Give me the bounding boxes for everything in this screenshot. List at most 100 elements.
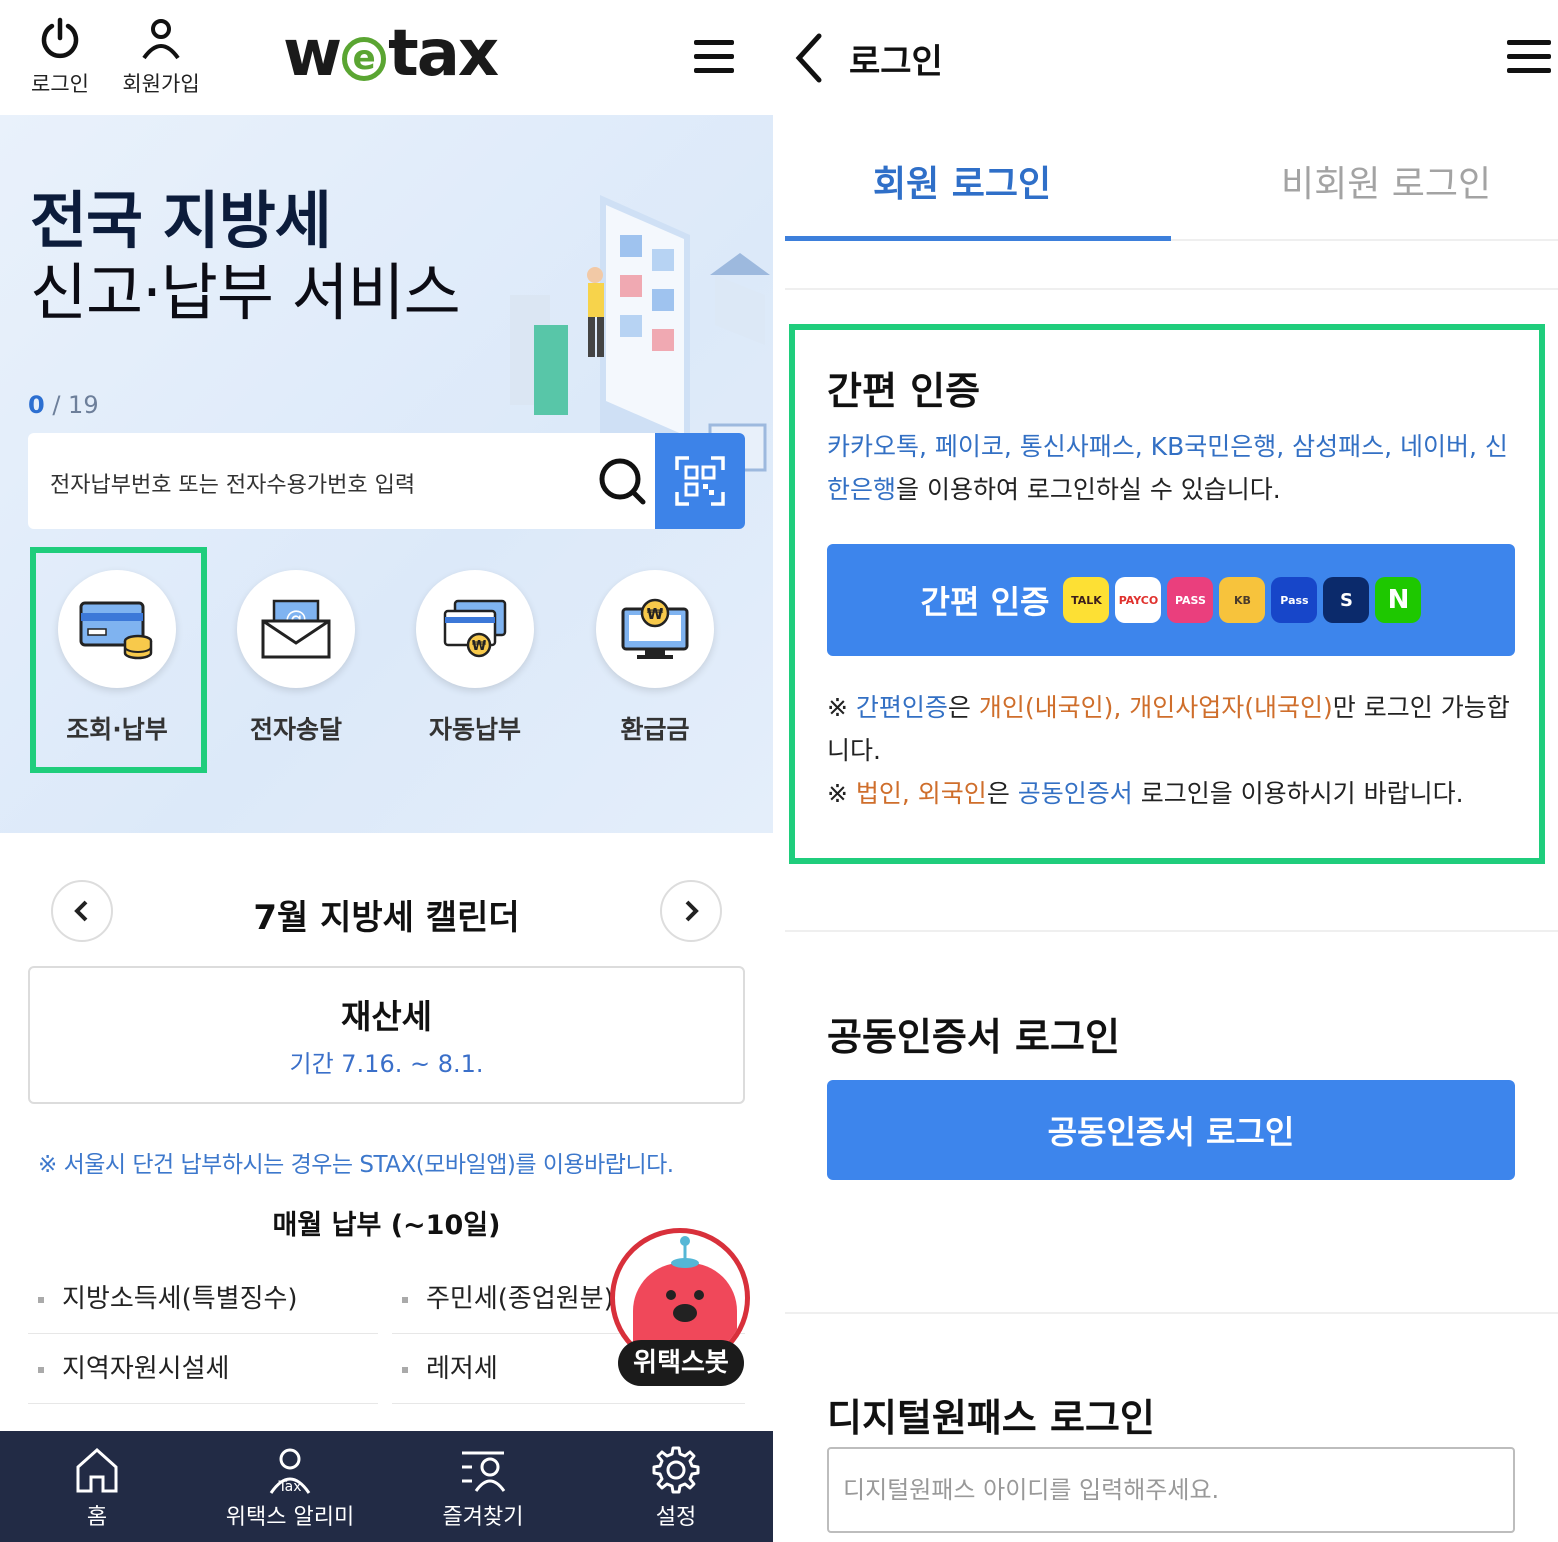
note-1: ※ 간편인증은 개인(내국인), 개인사업자(내국인)만 로그인 가능합니다. [827,686,1527,772]
logo-part-w: w [283,17,342,91]
highlight-box-inquiry [30,547,207,773]
refund-monitor-icon: ₩ [621,598,689,659]
quick-icon-circle: ₩ [416,570,534,688]
search-input[interactable]: 전자납부번호 또는 전자수용가번호 입력 [50,467,415,499]
payment-number-search[interactable]: 전자납부번호 또는 전자수용가번호 입력 [28,433,745,529]
auto-payment-icon: ₩ [443,599,507,658]
wetax-home-screen: 로그인 회원가입 wetax 전국 지방세 신고·납부 서비스 0 / 19 [0,0,773,1542]
description-suffix: 을 이용하여 로그인하실 수 있습니다. [896,475,1281,504]
hero-title-line1: 전국 지방세 [30,184,332,257]
home-icon [76,1447,118,1493]
tab-active-indicator [785,236,1171,241]
quick-label: 환급금 [620,715,690,744]
tax-schedule-card[interactable]: 재산세 기간 7.16. ~ 8.1. [28,966,745,1104]
login-label: 로그인 [31,72,89,96]
chevron-right-icon [685,900,699,922]
chatbot-label: 위택스봇 [618,1340,744,1386]
svg-text:₩: ₩ [647,605,664,623]
nav-label: 위택스 알리미 [225,1505,355,1530]
tax-period: 기간 7.16. ~ 8.1. [289,1050,484,1078]
note-mark: ※ [827,779,856,808]
nav-home[interactable]: 홈 [17,1445,177,1531]
quick-refund[interactable]: ₩ 환급금 [575,570,735,746]
simple-auth-title: 간편 인증 [827,369,981,413]
cert-login-button[interactable]: 공동인증서 로그인 [827,1080,1515,1180]
monthly-tax-item[interactable]: 지역자원시설세 [28,1334,378,1404]
nav-label: 즐겨찾기 [442,1505,524,1530]
tax-name: 재산세 [340,997,433,1036]
email-envelope-icon: @ [261,599,331,659]
simple-auth-description: 카카오톡, 페이코, 통신사패스, KB국민은행, 삼성패스, 네이버, 신한은… [827,425,1527,511]
menu-icon[interactable] [694,40,734,74]
search-icon[interactable] [596,455,648,507]
hero-title-line2: 신고·납부 서비스 [30,256,461,329]
svg-text:₩: ₩ [472,639,487,654]
section-divider [785,1312,1558,1314]
quick-electronic-delivery[interactable]: @ 전자송달 [216,570,376,746]
naver-icon: N [1375,577,1422,623]
section-divider [785,288,1558,290]
counter-total: / 19 [44,391,99,419]
note-target: 개인(내국인), 개인사업자(내국인) [978,693,1333,722]
simple-auth-button-label: 간편 인증 [920,583,1050,621]
nav-settings[interactable]: 설정 [596,1445,756,1531]
note-mark: ※ [827,693,856,722]
banner-counter: 0 / 19 [28,391,99,419]
bottom-navigation: 홈 Tax 위택스 알리미 즐겨찾기 설정 [0,1431,773,1542]
kakaotalk-icon: TALK [1063,577,1110,623]
favorites-icon [462,1451,506,1492]
tab-guest-login[interactable]: 비회원 로그인 [1281,155,1491,207]
qr-scan-button[interactable] [655,433,745,529]
monthly-tax-item[interactable]: 지방소득세(특별징수) [28,1264,378,1334]
note-text: 은 [947,693,979,722]
signup-button[interactable]: 회원가입 [116,16,206,98]
back-arrow-icon[interactable] [791,32,827,84]
wetax-logo[interactable]: w e tax [283,22,499,86]
seoul-notice: ※ 서울시 단건 납부하시는 경우는 STAX(모바일앱)를 이용바랍니다. [38,1152,674,1178]
menu-icon[interactable] [1507,40,1551,74]
svg-text:Tax: Tax [277,1479,301,1495]
gear-icon [652,1446,700,1494]
digital-onepass-title: 디지털원패스 로그인 [827,1396,1155,1440]
quick-label: 전자송달 [249,715,342,744]
note-target: 법인, 외국인 [855,779,987,808]
quick-label: 자동납부 [428,715,521,744]
wetax-chatbot-button[interactable]: 위택스봇 [610,1228,750,1388]
quick-icon-circle: ₩ [596,570,714,688]
login-button[interactable]: 로그인 [28,16,92,98]
tab-member-login[interactable]: 회원 로그인 [873,155,1051,207]
counter-current: 0 [28,391,45,419]
quick-icon-circle: @ [237,570,355,688]
note-term: 공동인증서 [1017,779,1133,808]
tab-divider [1171,239,1558,241]
simple-auth-notes: ※ 간편인증은 개인(내국인), 개인사업자(내국인)만 로그인 가능합니다. … [827,686,1527,815]
user-icon [142,19,180,60]
nav-label: 홈 [86,1505,108,1530]
tax-alarm-icon: Tax [269,1448,311,1495]
shinhan-bank-icon: S [1323,577,1370,623]
calendar-next-button[interactable] [660,880,722,942]
kb-bank-icon: KB [1219,577,1266,623]
nav-tax-alarm[interactable]: Tax 위택스 알리미 [210,1445,370,1531]
power-icon [41,17,79,59]
pass-icon: PASS [1167,577,1214,623]
nav-favorites[interactable]: 즐겨찾기 [403,1445,563,1531]
logo-part-e: e [342,37,387,81]
digital-onepass-id-input[interactable]: 디지털원패스 아이디를 입력해주세요. [827,1447,1515,1533]
note-term: 간편인증 [855,693,948,722]
section-divider [785,930,1558,932]
signup-label: 회원가입 [122,72,200,96]
hero-title: 전국 지방세 신고·납부 서비스 [30,184,461,329]
quick-auto-payment[interactable]: ₩ 자동납부 [395,570,555,746]
simple-auth-button[interactable]: 간편 인증 TALK PAYCO PASS KB Pass S N [827,544,1515,656]
payco-icon: PAYCO [1115,577,1162,623]
login-screen: 로그인 회원 로그인 비회원 로그인 간편 인증 카카오톡, 페이코, 통신사패… [785,0,1558,1542]
nav-label: 설정 [655,1505,697,1530]
note-2: ※ 법인, 외국인은 공동인증서 로그인을 이용하시기 바랍니다. [827,772,1527,815]
qr-code-icon [675,456,725,506]
calendar-title: 7월 지방세 캘린더 [253,898,520,938]
note-text: 은 [986,779,1018,808]
logo-part-tax: tax [388,17,499,91]
cert-login-button-label: 공동인증서 로그인 [1047,1113,1295,1151]
panel-divider [773,0,785,1542]
